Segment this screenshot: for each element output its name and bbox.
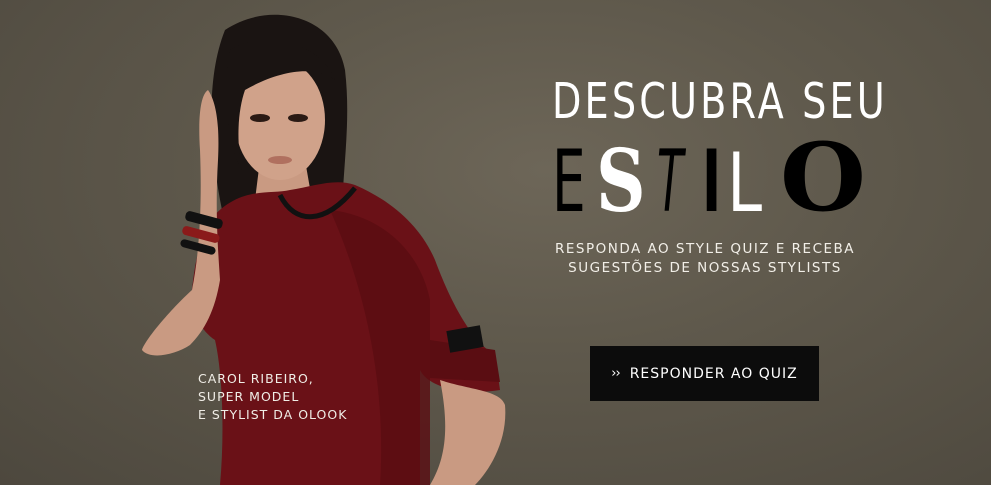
hero-banner: CAROL RIBEIRO, SUPER MODEL E STYLIST DA … — [0, 0, 991, 485]
model-caption: CAROL RIBEIRO, SUPER MODEL E STYLIST DA … — [198, 370, 347, 424]
quiz-description: RESPONDA AO STYLE QUIZ E RECEBA SUGESTÕE… — [540, 240, 870, 278]
caption-name: CAROL RIBEIRO, — [198, 371, 314, 386]
respond-quiz-button[interactable]: ›› RESPONDER AO QUIZ — [590, 346, 819, 401]
estilo-wordmark: E S T I L O — [552, 131, 866, 232]
estilo-letter-t: T — [657, 132, 684, 232]
estilo-letter-l: L — [728, 134, 764, 230]
caption-role: SUPER MODEL — [198, 389, 300, 404]
estilo-letter-i: I — [702, 132, 722, 232]
quiz-description-line-1: RESPONDA AO STYLE QUIZ E RECEBA — [554, 241, 856, 257]
quiz-description-line-2: SUGESTÕES DE NOSSAS STYLISTS — [568, 260, 842, 276]
estilo-letter-o: O — [780, 123, 866, 233]
estilo-letter-s: S — [596, 131, 646, 232]
double-chevron-right-icon: ›› — [611, 366, 620, 381]
estilo-letter-e: E — [552, 132, 586, 232]
respond-quiz-button-label: RESPONDER AO QUIZ — [629, 365, 798, 382]
caption-stylist: E STYLIST DA OLOOK — [198, 407, 348, 422]
